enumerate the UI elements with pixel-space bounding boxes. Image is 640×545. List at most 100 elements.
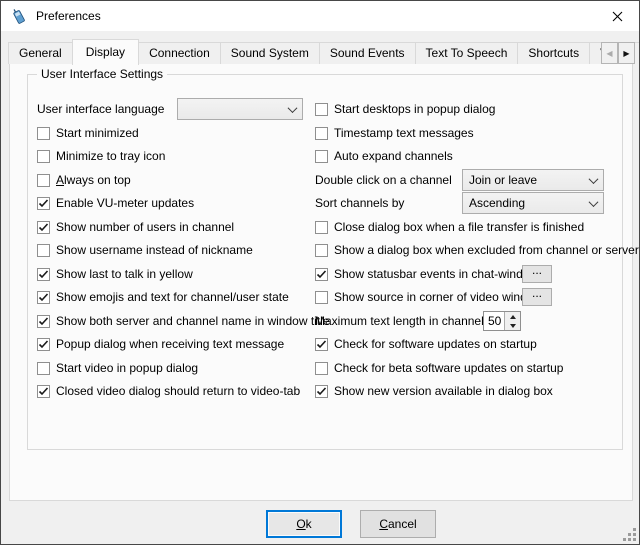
checkbox-row[interactable]: Show a dialog box when excluded from cha… [315, 239, 617, 261]
right-column: Start desktops in popup dialog Timestamp… [315, 75, 617, 449]
checkbox[interactable] [37, 362, 50, 375]
checkbox-row[interactable]: Always on top [37, 169, 313, 191]
checkbox-row[interactable]: Show new version available in dialog box [315, 380, 617, 402]
checkbox-label[interactable]: Start video in popup dialog [56, 361, 198, 375]
checkbox[interactable] [315, 221, 328, 234]
sort-channels-value: Ascending [463, 196, 584, 210]
ok-button[interactable]: Ok [266, 510, 342, 538]
preferences-dialog: Preferences General Display Connection S… [0, 0, 640, 545]
video-source-more-button[interactable]: ... [522, 288, 552, 306]
checkbox-label[interactable]: Show last to talk in yellow [56, 267, 193, 281]
tab-text-to-speech[interactable]: Text To Speech [415, 42, 519, 64]
checkbox[interactable] [37, 291, 50, 304]
checkbox[interactable] [37, 221, 50, 234]
close-button[interactable] [595, 1, 639, 31]
checkbox-row[interactable]: Check for software updates on startup [315, 333, 617, 355]
checkbox-label[interactable]: Show new version available in dialog box [334, 384, 553, 398]
spin-down-button[interactable] [505, 321, 520, 330]
checkbox[interactable] [37, 268, 50, 281]
checkbox[interactable] [37, 315, 50, 328]
checkbox-label[interactable]: Popup dialog when receiving text message [56, 337, 284, 351]
checkbox-label[interactable]: Show a dialog box when excluded from cha… [334, 243, 639, 257]
close-icon [612, 11, 623, 22]
checkbox[interactable] [37, 244, 50, 257]
checkbox[interactable] [315, 103, 328, 116]
checkbox-row[interactable]: Closed video dialog should return to vid… [37, 380, 313, 402]
checkbox-label[interactable]: Show number of users in channel [56, 220, 234, 234]
checkbox-row[interactable]: Show emojis and text for channel/user st… [37, 286, 313, 308]
checkbox[interactable] [315, 362, 328, 375]
tab-connection[interactable]: Connection [138, 42, 221, 64]
checkbox-row[interactable]: Auto expand channels [315, 145, 617, 167]
tab-shortcuts[interactable]: Shortcuts [517, 42, 590, 64]
spin-up-button[interactable] [505, 312, 520, 321]
checkbox-row[interactable]: Show both server and channel name in win… [37, 310, 313, 332]
checkbox-label[interactable]: Show emojis and text for channel/user st… [56, 290, 289, 304]
tab-bar: General Display Connection Sound System … [8, 40, 640, 64]
checkbox-label[interactable]: Closed video dialog should return to vid… [56, 384, 300, 398]
checkbox-label[interactable]: Auto expand channels [334, 149, 453, 163]
tab-display[interactable]: Display [72, 39, 139, 65]
checkbox-row[interactable]: Start desktops in popup dialog [315, 98, 617, 120]
checkbox[interactable] [315, 338, 328, 351]
checkbox-label[interactable]: Start desktops in popup dialog [334, 102, 495, 116]
arrow-right-icon: ▶ [623, 49, 629, 58]
max-text-length-value[interactable]: 50 [484, 312, 504, 330]
statusbar-events-row[interactable]: Show statusbar events in chat-window ... [315, 263, 617, 285]
checkbox[interactable] [37, 338, 50, 351]
resize-grip[interactable] [623, 528, 636, 541]
double-click-row: Double click on a channel Join or leave [315, 169, 617, 191]
tab-scroll-right-button[interactable]: ▶ [618, 42, 635, 64]
double-click-label: Double click on a channel [315, 173, 452, 187]
statusbar-events-more-button[interactable]: ... [522, 265, 552, 283]
tab-general[interactable]: General [8, 42, 73, 64]
checkbox-label[interactable]: Enable VU-meter updates [56, 196, 194, 210]
checkbox-row[interactable]: Close dialog box when a file transfer is… [315, 216, 617, 238]
sort-channels-combobox[interactable]: Ascending [462, 192, 604, 214]
checkbox-row[interactable]: Start video in popup dialog [37, 357, 313, 379]
checkbox-label[interactable]: Show source in corner of video window [334, 290, 542, 304]
checkbox-label[interactable]: Minimize to tray icon [56, 149, 165, 163]
tab-sound-system[interactable]: Sound System [220, 42, 320, 64]
video-source-row[interactable]: Show source in corner of video window ..… [315, 286, 617, 308]
double-click-combobox[interactable]: Join or leave [462, 169, 604, 191]
checkbox-label[interactable]: Show statusbar events in chat-window [334, 267, 538, 281]
checkbox-label[interactable]: Close dialog box when a file transfer is… [334, 220, 584, 234]
checkbox-row[interactable]: Popup dialog when receiving text message [37, 333, 313, 355]
max-text-length-row: Maximum text length in channel list 50 [315, 310, 617, 332]
language-label: User interface language [37, 102, 164, 116]
checkbox-label[interactable]: Always on top [56, 173, 131, 187]
checkbox-label[interactable]: Show both server and channel name in win… [56, 314, 330, 328]
checkbox-label[interactable]: Timestamp text messages [334, 126, 474, 140]
checkbox[interactable] [37, 174, 50, 187]
checkbox[interactable] [315, 127, 328, 140]
checkbox-label[interactable]: Show username instead of nickname [56, 243, 253, 257]
spin-buttons [504, 312, 520, 330]
checkbox[interactable] [37, 197, 50, 210]
checkbox-row[interactable]: Check for beta software updates on start… [315, 357, 617, 379]
checkbox-label[interactable]: Check for software updates on startup [334, 337, 537, 351]
checkbox-row[interactable]: Show last to talk in yellow [37, 263, 313, 285]
checkbox-row[interactable]: Enable VU-meter updates [37, 192, 313, 214]
checkbox-label[interactable]: Check for beta software updates on start… [334, 361, 563, 375]
tab-scroll-left-button[interactable]: ◀ [601, 42, 618, 64]
tab-sound-events[interactable]: Sound Events [319, 42, 416, 64]
language-combobox[interactable] [177, 98, 303, 120]
left-column: User interface language Start minimized … [37, 75, 313, 449]
checkbox[interactable] [315, 385, 328, 398]
max-text-length-spinbox[interactable]: 50 [483, 311, 521, 331]
checkbox[interactable] [37, 385, 50, 398]
checkbox[interactable] [315, 150, 328, 163]
checkbox-row[interactable]: Show username instead of nickname [37, 239, 313, 261]
checkbox[interactable] [315, 268, 328, 281]
checkbox[interactable] [37, 127, 50, 140]
checkbox-row[interactable]: Timestamp text messages [315, 122, 617, 144]
checkbox-label[interactable]: Start minimized [56, 126, 139, 140]
checkbox-row[interactable]: Start minimized [37, 122, 313, 144]
checkbox[interactable] [315, 244, 328, 257]
checkbox[interactable] [37, 150, 50, 163]
checkbox-row[interactable]: Show number of users in channel [37, 216, 313, 238]
checkbox[interactable] [315, 291, 328, 304]
cancel-button[interactable]: Cancel [360, 510, 436, 538]
checkbox-row[interactable]: Minimize to tray icon [37, 145, 313, 167]
